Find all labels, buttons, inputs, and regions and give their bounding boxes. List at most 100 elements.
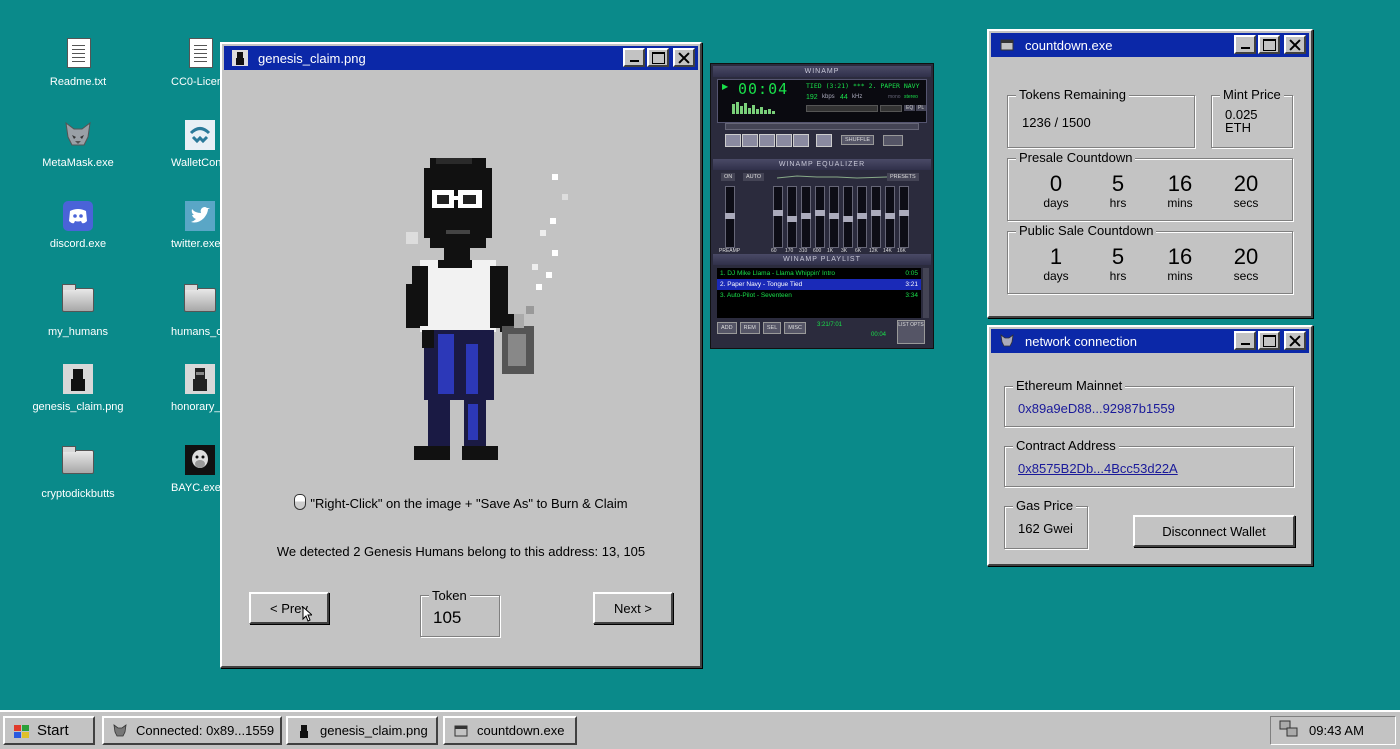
eq-auto-button[interactable]: AUTO (743, 173, 765, 181)
presale-days: 0 days (1043, 171, 1069, 211)
contract-address-box: Contract Address 0x8575B2Db...4Bcc53d22A (1004, 438, 1294, 487)
eq-band-slider[interactable] (801, 186, 811, 248)
taskbar-item-genesis-claim[interactable]: genesis_claim.png (286, 716, 438, 745)
preamp-slider[interactable] (725, 186, 735, 248)
eq-band-slider[interactable] (773, 186, 783, 248)
pl-toggle[interactable]: PL (916, 105, 927, 111)
minimize-button[interactable] (1234, 331, 1256, 350)
mint-price-label: Mint Price (1220, 87, 1284, 102)
eq-band-slider[interactable] (815, 186, 825, 248)
token-box: Token 105 (420, 588, 500, 637)
pixel-human-icon (62, 363, 94, 395)
desktop-icon-my-humans[interactable]: my_humans (28, 282, 128, 338)
genesis-human-image[interactable] (402, 154, 572, 464)
metamask-fox-icon (999, 333, 1015, 349)
close-button[interactable] (673, 48, 695, 67)
desktop-icon-readme[interactable]: Readme.txt (28, 38, 128, 88)
presale-countdown-label: Presale Countdown (1016, 150, 1136, 165)
playlist-item[interactable]: 1. DJ Mike Llama - Llama Whippin' Intro 0… (717, 268, 921, 279)
maximize-button[interactable] (647, 48, 669, 67)
playlist-item[interactable]: 3. Auto-Pilot - Seventeen 3:34 (717, 290, 921, 301)
window-icon (999, 37, 1015, 53)
maximize-button[interactable] (1258, 331, 1280, 350)
eq-presets-button[interactable]: PRESETS (887, 173, 919, 181)
eq-band-slider[interactable] (843, 186, 853, 248)
clock: 09:43 AM (1309, 723, 1364, 738)
next-label: Next > (614, 600, 652, 616)
minimize-button[interactable] (623, 48, 645, 67)
tokens-remaining-label: Tokens Remaining (1016, 87, 1129, 102)
playlist-button-misc[interactable]: MISC (784, 322, 807, 334)
next-button[interactable]: Next > (593, 592, 673, 624)
pixel-human-icon (296, 723, 312, 739)
pause-icon[interactable] (759, 134, 775, 147)
maximize-button[interactable] (1258, 35, 1280, 54)
close-button[interactable] (1284, 35, 1306, 54)
stop-icon[interactable] (776, 134, 792, 147)
taskbar-item-label: Connected: 0x89...1559 (136, 723, 275, 738)
network-titlebar[interactable]: network connection (991, 329, 1309, 353)
minimize-button[interactable] (1234, 35, 1256, 54)
eq-on-button[interactable]: ON (721, 173, 736, 181)
close-button[interactable] (1284, 331, 1306, 350)
desktop-icon-cryptodickbutts[interactable]: cryptodickbutts (28, 444, 128, 500)
spectrum-visualizer (732, 102, 775, 114)
eq-band-slider[interactable] (871, 186, 881, 248)
start-button[interactable]: Start (3, 716, 95, 745)
token-value: 105 (433, 608, 462, 627)
eq-band-slider[interactable] (899, 186, 909, 248)
play-icon[interactable] (742, 134, 758, 147)
eq-toggle[interactable]: EQ (904, 105, 916, 111)
gas-price-label: Gas Price (1013, 498, 1077, 513)
playlist-button-add[interactable]: ADD (717, 322, 737, 334)
window-icon (453, 723, 469, 739)
playlist-list: 1. DJ Mike Llama - Llama Whippin' Intro 0… (717, 268, 921, 318)
desktop-icon-label: discord.exe (49, 238, 107, 250)
seek-bar[interactable] (725, 123, 919, 130)
winamp-display: ▶ 00:04 TIED (3:21) *** 2. PAPER NAVY 19… (717, 79, 927, 123)
winamp-titlebar[interactable]: WINAMP (713, 66, 931, 77)
taskbar: Start Connected: 0x89...1559 genesis_cla… (0, 710, 1400, 749)
volume-slider[interactable] (806, 105, 878, 112)
countdown-titlebar[interactable]: countdown.exe (991, 33, 1309, 57)
disconnect-wallet-button[interactable]: Disconnect Wallet (1133, 515, 1295, 547)
desktop-icon-genesis-claim[interactable]: genesis_claim.png (28, 363, 128, 413)
playlist-scrollbar[interactable] (923, 268, 929, 318)
genesis-claim-titlebar[interactable]: genesis_claim.png (224, 46, 698, 70)
shuffle-button[interactable]: SHUFFLE (841, 135, 875, 145)
next-track-icon[interactable] (793, 134, 809, 147)
equalizer-titlebar[interactable]: WINAMP EQUALIZER (713, 159, 931, 170)
stereo-indicator: stereo (904, 94, 918, 100)
contract-address-link[interactable]: 0x8575B2Db...4Bcc53d22A (1018, 461, 1178, 476)
presale-countdown-box: Presale Countdown 0 days 5 hrs 16 mins 20 se… (1007, 150, 1293, 221)
eq-band-slider[interactable] (857, 186, 867, 248)
pixel-human-icon (232, 50, 248, 66)
desktop-icon-metamask[interactable]: MetaMask.exe (28, 119, 128, 169)
taskbar-item-connected[interactable]: Connected: 0x89...1559 (102, 716, 282, 745)
taskbar-item-countdown[interactable]: countdown.exe (443, 716, 577, 745)
playlist-titlebar[interactable]: WINAMP PLAYLIST (713, 254, 931, 265)
detected-humans-text: We detected 2 Genesis Humans belong to t… (276, 544, 646, 559)
eq-band-slider[interactable] (829, 186, 839, 248)
eject-icon[interactable] (816, 134, 832, 147)
eq-band-slider[interactable] (787, 186, 797, 248)
ape-icon (184, 444, 216, 476)
wallet-address[interactable]: 0x89a9eD88...92987b1559 (1018, 401, 1175, 416)
balance-slider[interactable] (880, 105, 902, 112)
previous-track-icon[interactable] (725, 134, 741, 147)
public-minutes: 16 mins (1167, 244, 1193, 284)
mint-price-unit: ETH (1225, 120, 1251, 135)
repeat-button[interactable] (883, 135, 903, 146)
kbps-value: 192 (806, 94, 818, 101)
list-options-button[interactable]: LIST OPTS (897, 320, 925, 344)
desktop-icon-discord[interactable]: discord.exe (28, 200, 128, 250)
network-tray-icon[interactable] (1279, 720, 1299, 741)
desktop-icon-label: genesis_claim.png (32, 401, 124, 413)
eq-band-slider[interactable] (885, 186, 895, 248)
prev-button[interactable]: < Prev (249, 592, 329, 624)
playlist-item[interactable]: 2. Paper Navy - Tongue Tied 3:21 (717, 279, 921, 290)
track-marquee: TIED (3:21) *** 2. PAPER NAVY (806, 82, 920, 90)
playlist-button-sel[interactable]: SEL (762, 322, 782, 334)
playlist-button-rem[interactable]: REM (739, 322, 760, 334)
public-seconds: 20 secs (1233, 244, 1259, 284)
